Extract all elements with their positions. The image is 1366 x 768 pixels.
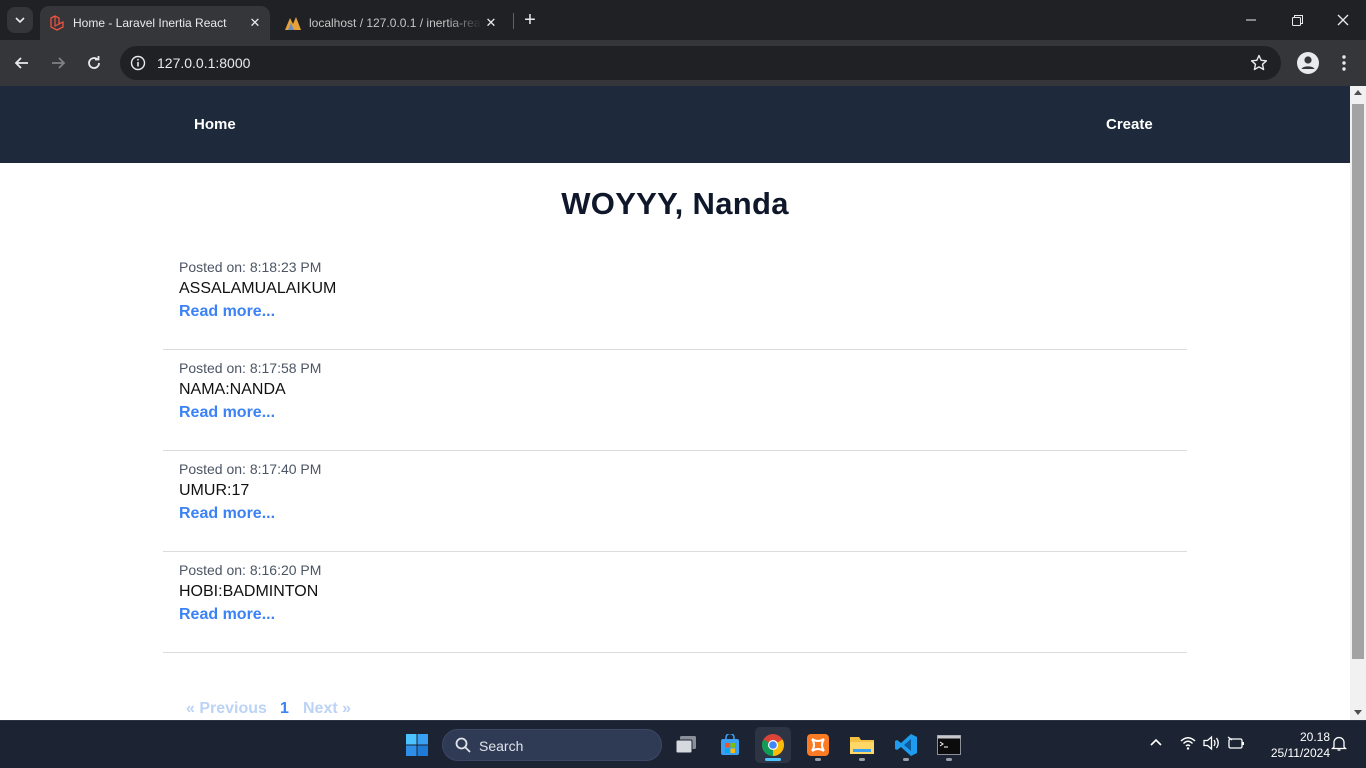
terminal-icon <box>937 735 961 755</box>
arrow-left-icon <box>14 57 28 69</box>
read-more-link[interactable]: Read more... <box>179 606 275 624</box>
xampp-icon <box>807 734 829 756</box>
minimize-button[interactable] <box>1228 0 1274 40</box>
start-button[interactable] <box>399 727 435 763</box>
post-title: UMUR:17 <box>179 482 250 499</box>
reload-button[interactable] <box>80 49 108 77</box>
windows-taskbar: Search 20.18 25/11/2024 <box>0 720 1366 768</box>
vscode-icon <box>895 734 917 756</box>
address-bar[interactable]: 127.0.0.1:8000 <box>120 46 1281 80</box>
tab-phpmyadmin[interactable]: localhost / 127.0.0.1 / inertia-react ✕ <box>276 6 506 40</box>
post-title: HOBI:BADMINTON <box>179 583 319 600</box>
tab-separator <box>513 13 514 29</box>
post-title: NAMA:NANDA <box>179 381 286 398</box>
scrollbar-thumb[interactable] <box>1352 104 1364 659</box>
post-timestamp: Posted on: 8:18:23 PM <box>179 259 322 275</box>
phpmyadmin-icon <box>284 14 302 32</box>
new-tab-button[interactable]: + <box>519 9 541 31</box>
scroll-down-arrow[interactable] <box>1354 710 1362 715</box>
post-item: Posted on: 8:17:58 PM NAMA:NANDA Read mo… <box>163 350 1187 451</box>
pagination-previous[interactable]: « Previous <box>186 700 267 718</box>
more-vertical-icon <box>1342 55 1346 71</box>
taskbar-clock[interactable]: 20.18 25/11/2024 <box>1252 729 1330 761</box>
page-viewport: Home Create WOYYY, Nanda Posted on: 8:18… <box>0 86 1350 720</box>
read-more-link[interactable]: Read more... <box>179 404 275 422</box>
post-title: ASSALAMUALAIKUM <box>179 280 337 297</box>
pagination-page-1[interactable]: 1 <box>280 700 289 718</box>
active-indicator <box>765 758 781 761</box>
restore-icon <box>1291 14 1303 26</box>
clock-date: 25/11/2024 <box>1270 746 1330 760</box>
site-navbar: Home Create <box>0 86 1350 163</box>
taskbar-search[interactable]: Search <box>442 729 662 761</box>
close-window-button[interactable] <box>1320 0 1366 40</box>
scroll-up-arrow[interactable] <box>1354 90 1362 95</box>
terminal-taskbar-button[interactable] <box>931 727 967 763</box>
browser-tabstrip: Home - Laravel Inertia React ✕ localhost… <box>0 0 1366 40</box>
site-info-icon[interactable] <box>128 53 148 73</box>
chevron-down-icon <box>15 17 25 24</box>
chrome-icon <box>762 734 784 756</box>
task-view-icon <box>675 736 696 754</box>
running-indicator <box>903 758 909 761</box>
back-button[interactable] <box>8 49 36 77</box>
file-explorer-icon <box>850 737 874 754</box>
clock-time: 20.18 <box>1299 730 1330 744</box>
close-icon[interactable]: ✕ <box>482 14 500 32</box>
xampp-taskbar-button[interactable] <box>800 727 836 763</box>
read-more-link[interactable]: Read more... <box>179 303 275 321</box>
browser-toolbar: 127.0.0.1:8000 <box>0 40 1366 86</box>
pagination-next[interactable]: Next » <box>303 700 351 718</box>
restore-button[interactable] <box>1274 0 1320 40</box>
bookmark-star-icon[interactable] <box>1250 54 1268 72</box>
close-icon <box>1337 14 1349 26</box>
running-indicator <box>859 758 865 761</box>
wifi-icon[interactable] <box>1180 735 1196 751</box>
tab-title: Home - Laravel Inertia React <box>73 16 227 30</box>
task-view-button[interactable] <box>668 727 704 763</box>
windows-start-icon <box>406 734 428 756</box>
minimize-icon <box>1246 19 1256 21</box>
read-more-link[interactable]: Read more... <box>179 505 275 523</box>
post-item: Posted on: 8:18:23 PM ASSALAMUALAIKUM Re… <box>163 249 1187 350</box>
file-explorer-button[interactable] <box>844 727 880 763</box>
tab-home[interactable]: Home - Laravel Inertia React ✕ <box>40 6 270 40</box>
browser-menu-button[interactable] <box>1334 51 1354 75</box>
close-icon[interactable]: ✕ <box>246 14 264 32</box>
page-scrollbar[interactable] <box>1350 86 1366 720</box>
running-indicator <box>815 758 821 761</box>
post-timestamp: Posted on: 8:17:58 PM <box>179 360 322 376</box>
chevron-up-icon[interactable] <box>1149 735 1163 749</box>
battery-icon[interactable] <box>1227 735 1245 751</box>
laravel-icon <box>48 14 66 32</box>
post-item: Posted on: 8:17:40 PM UMUR:17 Read more.… <box>163 451 1187 552</box>
url-text[interactable]: 127.0.0.1:8000 <box>157 55 250 71</box>
post-timestamp: Posted on: 8:16:20 PM <box>179 562 322 578</box>
microsoft-store-button[interactable] <box>712 727 748 763</box>
nav-create-link[interactable]: Create <box>1106 116 1153 133</box>
chrome-taskbar-button[interactable] <box>755 727 791 763</box>
post-timestamp: Posted on: 8:17:40 PM <box>179 461 322 477</box>
taskbar-search-label: Search <box>479 738 524 754</box>
volume-icon[interactable] <box>1203 735 1221 751</box>
forward-button[interactable] <box>44 49 72 77</box>
tab-search-button[interactable] <box>7 7 33 33</box>
arrow-right-icon <box>52 57 66 69</box>
microsoft-store-icon <box>721 734 739 755</box>
profile-icon[interactable] <box>1296 51 1320 75</box>
notification-bell-icon[interactable] <box>1331 735 1347 751</box>
search-icon <box>455 737 471 753</box>
post-item: Posted on: 8:16:20 PM HOBI:BADMINTON Rea… <box>163 552 1187 653</box>
nav-home-link[interactable]: Home <box>194 116 236 133</box>
tab-title: localhost / 127.0.0.1 / inertia-react <box>309 16 482 30</box>
vscode-taskbar-button[interactable] <box>888 727 924 763</box>
running-indicator <box>946 758 952 761</box>
reload-icon <box>88 56 100 69</box>
page-title: WOYYY, Nanda <box>561 186 789 221</box>
